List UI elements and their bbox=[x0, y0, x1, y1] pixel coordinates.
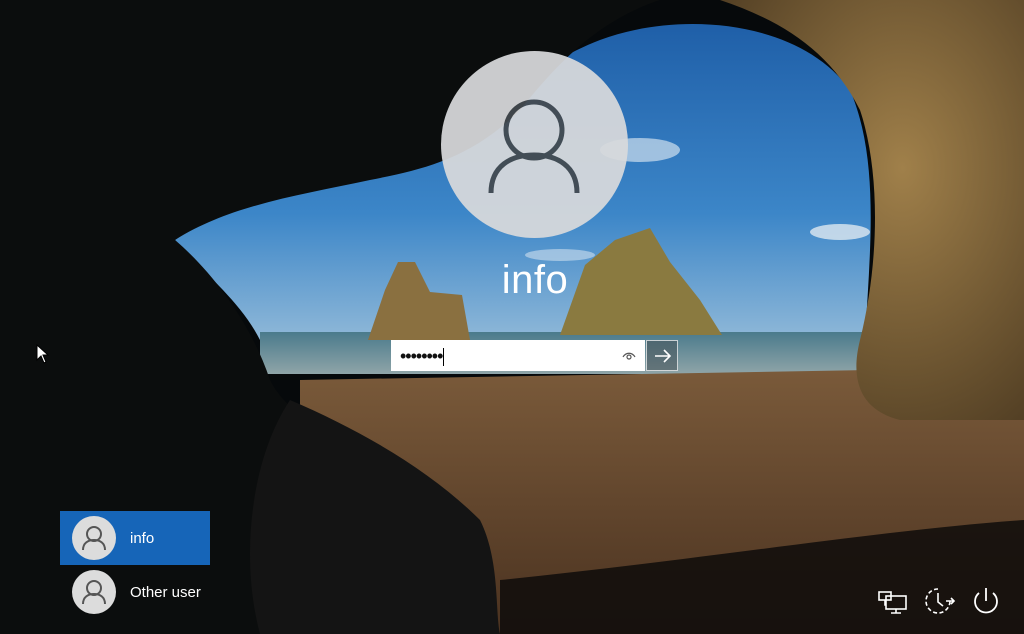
user-icon bbox=[488, 99, 580, 194]
user-list-item-other-user[interactable]: Other user bbox=[60, 565, 210, 619]
user-list-label: Other user bbox=[130, 584, 201, 601]
password-input[interactable]: •••••••• bbox=[391, 340, 645, 371]
user-list-item-info[interactable]: info bbox=[60, 511, 210, 565]
arrow-right-icon bbox=[655, 349, 672, 363]
user-list-label: info bbox=[130, 530, 155, 547]
submit-button[interactable] bbox=[646, 340, 678, 371]
password-box: •••••••• bbox=[391, 340, 678, 372]
avatar bbox=[72, 516, 116, 560]
password-mask: •••••••• bbox=[400, 346, 445, 367]
ease-of-access-icon[interactable] bbox=[921, 583, 957, 619]
mouse-pointer-icon bbox=[36, 344, 50, 364]
user-icon bbox=[82, 580, 106, 605]
text-caret bbox=[443, 348, 445, 367]
network-icon[interactable] bbox=[874, 583, 910, 619]
account-username: info bbox=[501, 258, 569, 302]
avatar bbox=[72, 570, 116, 614]
power-icon[interactable] bbox=[968, 583, 1004, 619]
user-avatar bbox=[441, 51, 628, 238]
user-icon bbox=[82, 526, 106, 551]
eye-icon[interactable] bbox=[622, 349, 636, 363]
